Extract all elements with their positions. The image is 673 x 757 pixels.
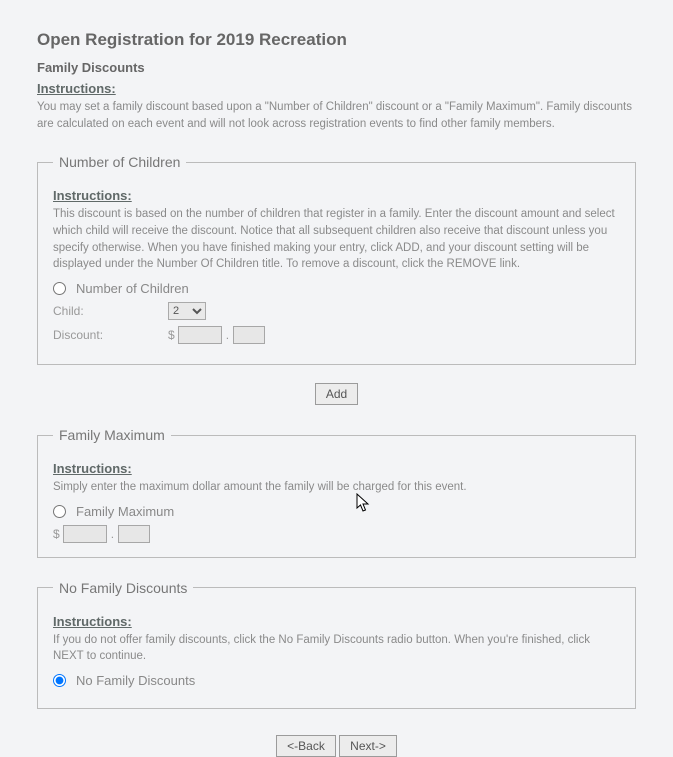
no-family-discounts-fieldset: No Family Discounts Instructions: If you… xyxy=(37,580,636,709)
fm-dollars-input[interactable] xyxy=(63,525,107,543)
family-maximum-radio[interactable] xyxy=(53,505,66,518)
discount-label: Discount: xyxy=(53,328,168,342)
number-of-children-fieldset: Number of Children Instructions: This di… xyxy=(37,154,636,365)
dollar-sign: $ xyxy=(168,328,175,342)
nfd-instructions-body: If you do not offer family discounts, cl… xyxy=(53,632,620,665)
fm-instructions-body: Simply enter the maximum dollar amount t… xyxy=(53,479,620,496)
page-instructions-heading: Instructions: xyxy=(37,81,636,96)
no-family-discounts-radio[interactable] xyxy=(53,674,66,687)
child-label: Child: xyxy=(53,304,168,318)
fm-instructions-heading: Instructions: xyxy=(53,461,620,476)
back-button[interactable]: <-Back xyxy=(276,735,336,757)
page-title: Open Registration for 2019 Recreation xyxy=(37,30,636,50)
number-of-children-radio[interactable] xyxy=(53,282,66,295)
child-select[interactable]: 2 xyxy=(168,302,206,320)
no-family-discounts-radio-label: No Family Discounts xyxy=(76,673,195,688)
noc-instructions-body: This discount is based on the number of … xyxy=(53,206,620,273)
fm-cents-input[interactable] xyxy=(118,525,150,543)
fm-dollar-sign: $ xyxy=(53,527,60,541)
number-of-children-radio-label: Number of Children xyxy=(76,281,189,296)
family-maximum-legend: Family Maximum xyxy=(53,427,171,443)
family-maximum-radio-label: Family Maximum xyxy=(76,504,174,519)
family-maximum-fieldset: Family Maximum Instructions: Simply ente… xyxy=(37,427,636,558)
noc-instructions-heading: Instructions: xyxy=(53,188,620,203)
add-button[interactable]: Add xyxy=(315,383,358,405)
decimal-dot: . xyxy=(226,328,229,342)
number-of-children-legend: Number of Children xyxy=(53,154,186,170)
nfd-instructions-heading: Instructions: xyxy=(53,614,620,629)
page-instructions-body: You may set a family discount based upon… xyxy=(37,99,636,132)
next-button[interactable]: Next-> xyxy=(339,735,397,757)
fm-decimal-dot: . xyxy=(111,527,114,541)
no-family-discounts-legend: No Family Discounts xyxy=(53,580,193,596)
noc-dollars-input[interactable] xyxy=(178,326,222,344)
noc-cents-input[interactable] xyxy=(233,326,265,344)
page-subtitle: Family Discounts xyxy=(37,60,636,75)
